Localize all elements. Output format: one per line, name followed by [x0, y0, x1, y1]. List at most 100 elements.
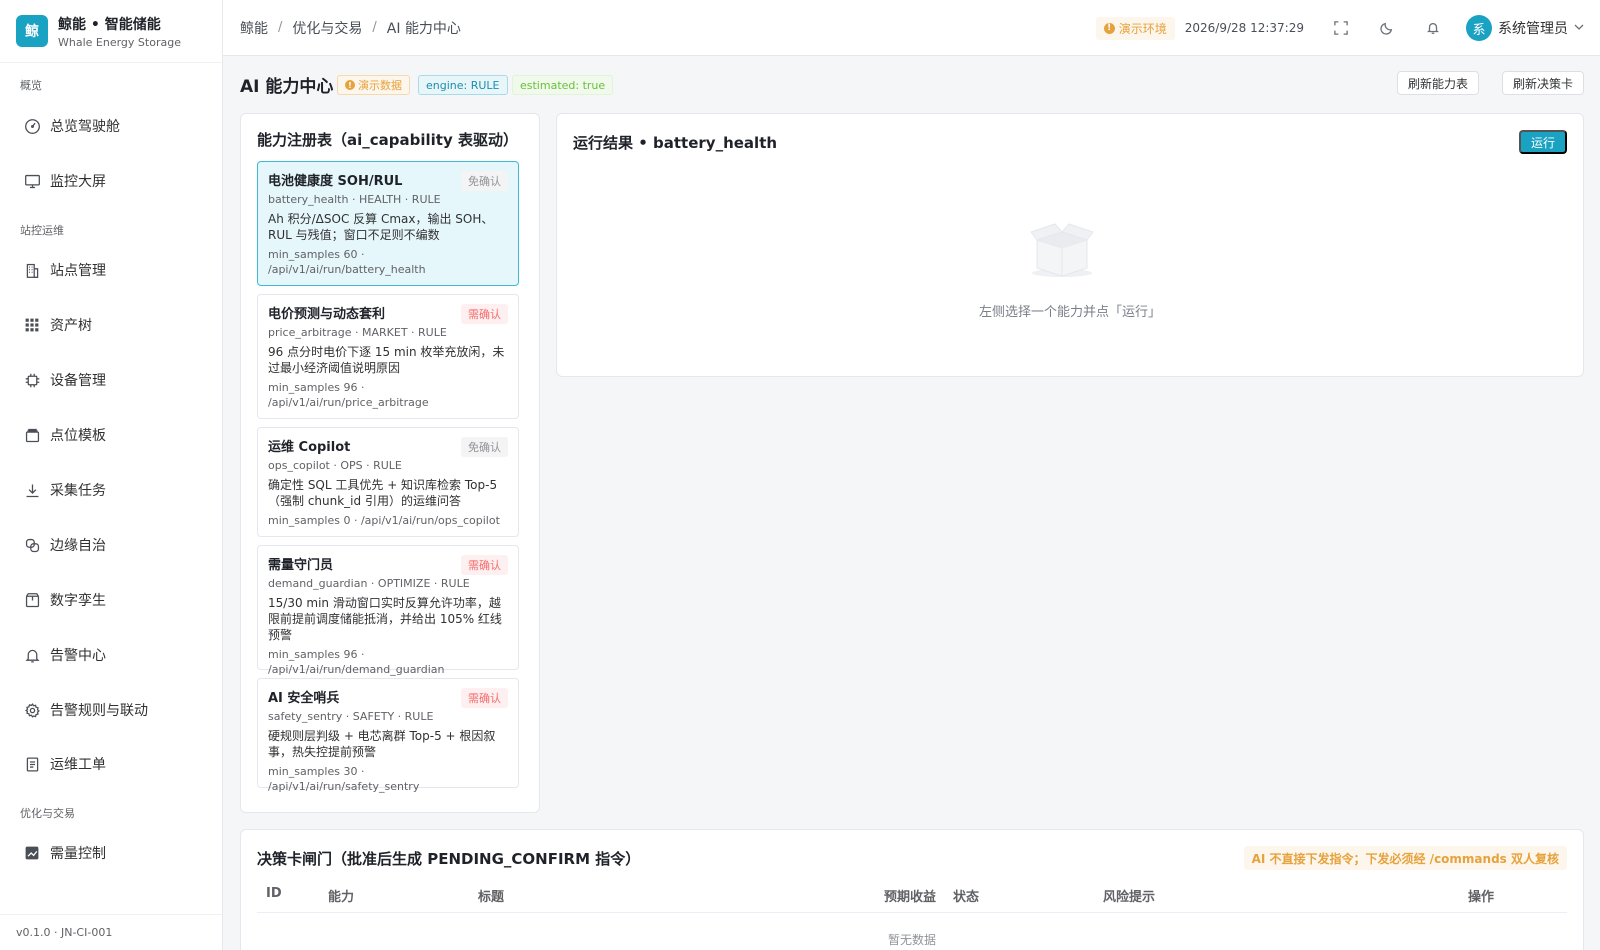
confirm-badge: 需确认	[461, 304, 508, 324]
chart-icon	[22, 843, 42, 863]
sidebar-item-collection-tasks[interactable]: 采集任务	[0, 472, 222, 508]
gear-icon	[22, 700, 42, 720]
env-badge-label: 演示环境	[1118, 21, 1167, 36]
sidebar-item-overview[interactable]: 总览驾驶舱	[0, 108, 222, 144]
capability-description: 硬规则层判级 + 电芯离群 Top-5 + 根因叙事，热失控提前预警	[268, 729, 496, 759]
run-button[interactable]: 运行	[1518, 130, 1567, 154]
sidebar: 鲸 鲸能 • 智能储能 Whale Energy Storage 概览 总览驾驶…	[0, 0, 223, 950]
top-header: 鲸能 / 优化与交易 / AI 能力中心 ! 演示环境 2026/9/28 12…	[223, 0, 1600, 56]
capability-meta: demand_guardian · OPTIMIZE · RULE	[268, 577, 470, 590]
download-icon	[22, 480, 42, 500]
link-icon	[22, 535, 42, 555]
sidebar-item-label: 总览驾驶舱	[50, 119, 120, 135]
info-icon: !	[345, 80, 355, 90]
sidebar-item-devices[interactable]: 设备管理	[0, 362, 222, 398]
dark-mode-icon[interactable]	[1378, 19, 1396, 37]
capability-description: 15/30 min 滑动窗口实时反算允许功率，越限前提前调度储能抵消，并给出 1…	[268, 596, 502, 642]
capability-card-safety-sentry[interactable]: AI 安全哨兵 需确认 safety_sentry · SAFETY · RUL…	[257, 678, 519, 793]
capability-registry-title: 能力注册表（ai_capability 表驱动）	[257, 131, 518, 149]
table-divider	[257, 912, 1567, 913]
demo-data-label: 演示数据	[358, 79, 402, 92]
page-title: AI 能力中心	[240, 77, 334, 97]
column-header-expected-gain[interactable]: 预期收益	[884, 886, 936, 905]
sidebar-item-label: 运维工单	[50, 757, 106, 773]
capability-meta: ops_copilot · OPS · RULE	[268, 459, 402, 472]
sidebar-item-label: 告警中心	[50, 648, 106, 664]
sidebar-item-label: 告警规则与联动	[50, 703, 148, 719]
monitor-icon	[22, 171, 42, 191]
fullscreen-icon[interactable]	[1332, 19, 1350, 37]
sidebar-item-sites[interactable]: 站点管理	[0, 252, 222, 288]
capability-endpoint: min_samples 60 · /api/v1/ai/run/battery_…	[268, 248, 426, 276]
nav-group-overview: 概览	[20, 79, 42, 92]
nav-group-optimization: 优化与交易	[20, 807, 75, 820]
notification-bell-icon[interactable]	[1424, 19, 1442, 37]
capability-endpoint: min_samples 96 · /api/v1/ai/run/demand_g…	[268, 648, 445, 676]
sidebar-item-digital-twin[interactable]: 数字孪生	[0, 582, 222, 618]
env-badge: ! 演示环境	[1095, 16, 1175, 40]
info-icon: !	[1103, 22, 1115, 34]
sidebar-item-alarm-rules[interactable]: 告警规则与联动	[0, 692, 222, 728]
capability-meta: safety_sentry · SAFETY · RULE	[268, 710, 434, 723]
empty-box-icon	[1027, 210, 1097, 280]
column-header-status[interactable]: 状态	[953, 886, 979, 905]
capability-card-battery-health[interactable]: 电池健康度 SOH/RUL 免确认 battery_health · HEALT…	[257, 161, 519, 286]
capability-description: 96 点分时电价下逐 15 min 枚举充放闲，未过最小经济阈值说明原因	[268, 345, 505, 375]
capability-card-price-arbitrage[interactable]: 电价预测与动态套利 需确认 price_arbitrage · MARKET ·…	[257, 294, 519, 419]
sidebar-item-work-orders[interactable]: 运维工单	[0, 746, 222, 782]
sidebar-item-label: 监控大屏	[50, 174, 106, 190]
refresh-capabilities-button[interactable]: 刷新能力表	[1397, 71, 1480, 95]
capability-endpoint: min_samples 96 · /api/v1/ai/run/price_ar…	[268, 381, 429, 409]
refresh-decisions-button[interactable]: 刷新决策卡	[1502, 71, 1585, 95]
brand[interactable]: 鲸 鲸能 • 智能储能 Whale Energy Storage	[0, 0, 222, 63]
breadcrumb-item[interactable]: 鲸能	[240, 18, 268, 38]
sidebar-item-label: 站点管理	[50, 263, 106, 279]
capability-meta: price_arbitrage · MARKET · RULE	[268, 326, 447, 339]
capability-endpoint: min_samples 0 · /api/v1/ai/run/ops_copil…	[268, 514, 500, 527]
sidebar-item-point-templates[interactable]: 点位模板	[0, 417, 222, 453]
confirm-badge: 免确认	[461, 437, 508, 457]
breadcrumb-item[interactable]: 优化与交易	[292, 18, 362, 38]
sidebar-item-alarm-center[interactable]: 告警中心	[0, 637, 222, 673]
column-header-title[interactable]: 标题	[478, 886, 504, 905]
empty-result-text: 左侧选择一个能力并点「运行」	[978, 305, 1161, 320]
decision-warning-banner: AI 不直接下发指令；下发必须经 /commands 双人复核	[1243, 846, 1567, 870]
capability-meta: battery_health · HEALTH · RULE	[268, 193, 441, 206]
version-label: v0.1.0 · JN-CI-001	[0, 914, 222, 950]
run-result-title: 运行结果 • battery_health	[573, 134, 778, 152]
confirm-badge: 需确认	[461, 555, 508, 575]
column-header-capability[interactable]: 能力	[328, 886, 354, 905]
capability-card-ops-copilot[interactable]: 运维 Copilot 免确认 ops_copilot · OPS · RULE …	[257, 427, 519, 537]
table-empty-text: 暂无数据	[887, 933, 936, 947]
chevron-down-icon[interactable]	[1574, 21, 1584, 36]
engine-tag: engine: RULE	[418, 75, 508, 95]
avatar[interactable]: 系	[1466, 15, 1492, 41]
sidebar-item-demand-control[interactable]: 需量控制	[0, 835, 222, 871]
bell-icon	[22, 645, 42, 665]
sidebar-item-label: 采集任务	[50, 483, 106, 499]
sidebar-item-asset-tree[interactable]: 资产树	[0, 307, 222, 343]
capability-description: 确定性 SQL 工具优先 + 知识库检索 Top-5（强制 chunk_id 引…	[268, 478, 498, 508]
decision-gate-title: 决策卡闸门（批准后生成 PENDING_CONFIRM 指令）	[257, 850, 641, 868]
sidebar-item-label: 设备管理	[50, 373, 106, 389]
sidebar-item-monitor[interactable]: 监控大屏	[0, 163, 222, 199]
column-header-actions[interactable]: 操作	[1468, 886, 1494, 905]
breadcrumb-current: AI 能力中心	[386, 20, 461, 37]
capability-endpoint: min_samples 30 · /api/v1/ai/run/safety_s…	[268, 765, 420, 793]
capability-registry-panel: 能力注册表（ai_capability 表驱动） 电池健康度 SOH/RUL 免…	[240, 113, 540, 813]
capability-card-demand-guardian[interactable]: 需量守门员 需确认 demand_guardian · OPTIMIZE · R…	[257, 545, 519, 676]
document-icon	[22, 754, 42, 774]
breadcrumb-separator: /	[372, 20, 377, 35]
building-icon	[22, 260, 42, 280]
user-name[interactable]: 系统管理员	[1498, 18, 1568, 38]
sidebar-item-label: 边缘自治	[50, 538, 106, 554]
template-icon	[22, 425, 42, 445]
sidebar-item-label: 点位模板	[50, 428, 106, 444]
breadcrumb-separator: /	[278, 20, 283, 35]
column-header-risk[interactable]: 风险提示	[1103, 886, 1155, 905]
sidebar-item-edge-autonomy[interactable]: 边缘自治	[0, 527, 222, 563]
current-datetime: 2026/9/28 12:37:29	[1184, 21, 1304, 35]
box-icon	[22, 590, 42, 610]
column-header-id[interactable]: ID	[266, 886, 282, 901]
demo-data-tag: ! 演示数据	[337, 75, 410, 95]
